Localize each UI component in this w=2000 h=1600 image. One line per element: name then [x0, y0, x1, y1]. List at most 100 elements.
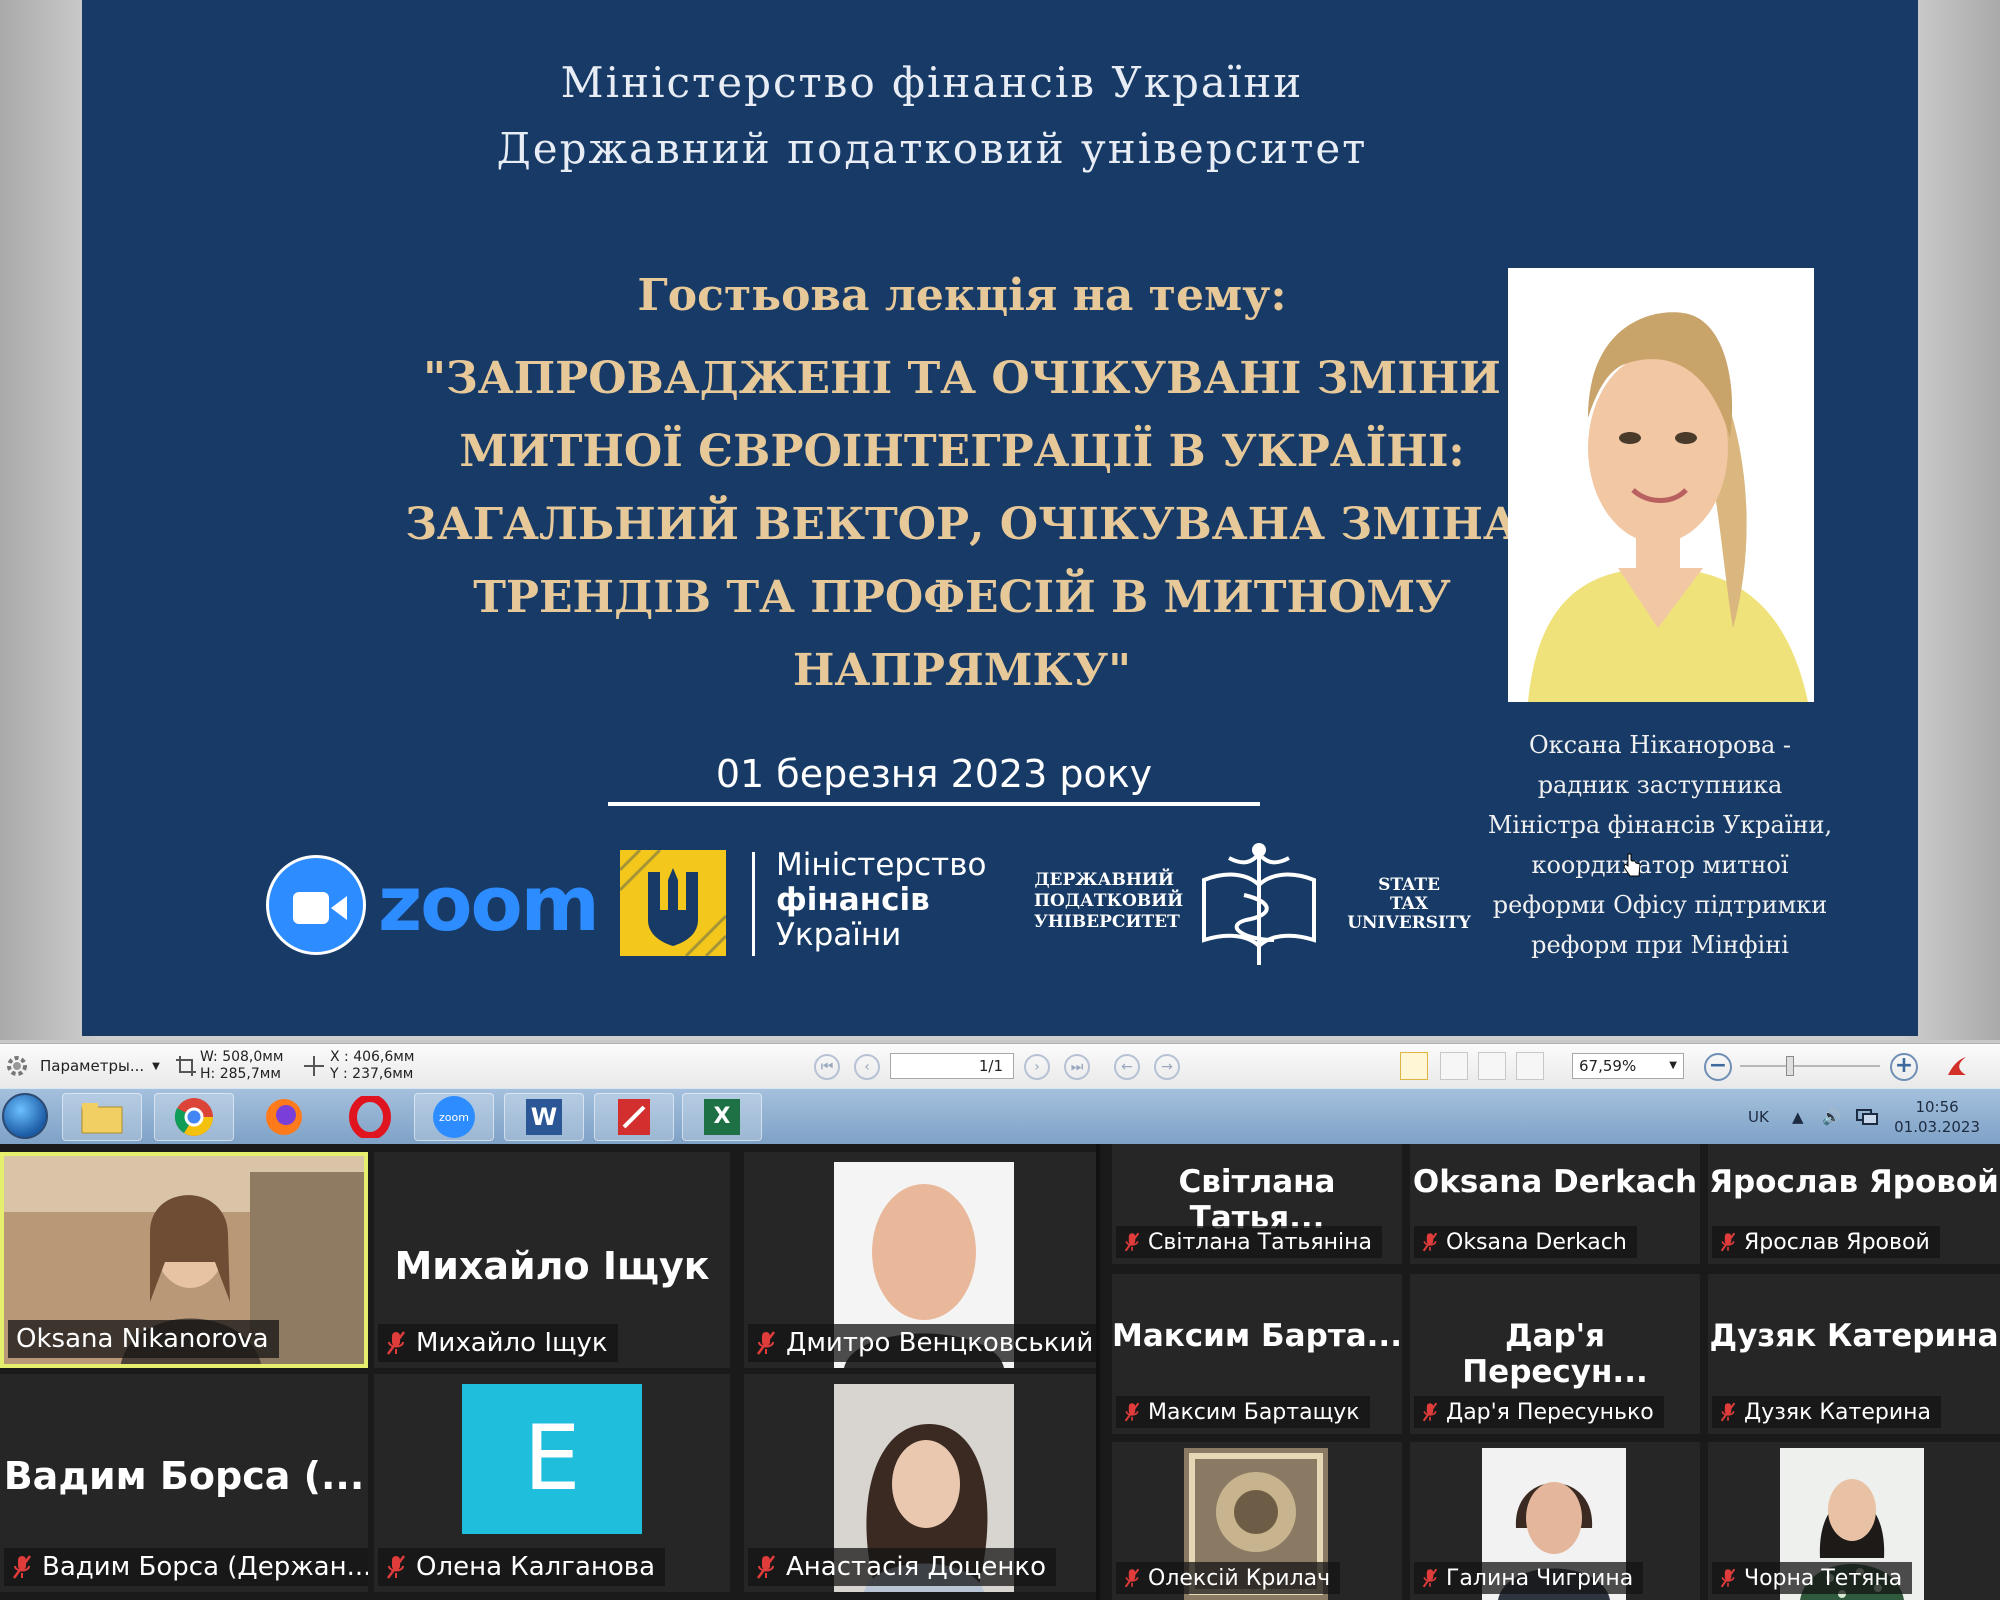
word-icon[interactable]: W	[504, 1093, 584, 1141]
slide: Міністерство фінансів України Державний …	[82, 0, 1918, 1036]
participant-name-tag: Світлана Татьяніна	[1116, 1226, 1382, 1258]
opera-icon[interactable]	[330, 1093, 410, 1141]
participant-name: Чорна Тетяна	[1744, 1565, 1903, 1591]
participant-tile[interactable]: Чорна Тетяна	[1708, 1442, 2000, 1600]
gallery-divider	[1096, 1144, 1100, 1600]
participant-name-tag: Анастасія Доценко	[748, 1548, 1057, 1586]
previous-page-icon[interactable]: ‹	[854, 1054, 880, 1080]
participant-tile[interactable]: Анастасія Доценко	[744, 1374, 1096, 1592]
zoom-level-value: 67,59%	[1579, 1057, 1637, 1075]
topic-line: ТРЕНДІВ ТА ПРОФЕСІЙ В МИТНОМУ	[473, 572, 1451, 623]
participant-name: Михайло Іщук	[416, 1328, 608, 1358]
system-clock[interactable]: 10:56 01.03.2023	[1894, 1097, 1980, 1137]
zoom-in-icon[interactable]: +	[1890, 1053, 1918, 1081]
chevron-down-icon: ▼	[1669, 1060, 1677, 1071]
page-number-input[interactable]: 1/1	[890, 1053, 1014, 1079]
topic-line: НАПРЯМКУ"	[792, 645, 1132, 696]
participant-tile[interactable]: Михайло Іщук Михайло Іщук	[374, 1152, 730, 1368]
participant-display-name: Oksana Derkach	[1412, 1164, 1698, 1200]
clock-time: 10:56	[1915, 1098, 1959, 1116]
crop-icon	[176, 1044, 196, 1088]
mic-muted-icon	[386, 1331, 406, 1355]
y-readout: Y : 237,6мм	[330, 1066, 414, 1082]
participant-name-tag: Чорна Тетяна	[1712, 1562, 1913, 1594]
single-page-view-icon[interactable]	[1400, 1052, 1428, 1080]
dpu-text-line: TAX	[1389, 894, 1429, 914]
participant-name-tag: Галина Чигрина	[1414, 1562, 1644, 1594]
caduceus-book-icon	[1202, 843, 1316, 965]
lecture-heading: Гостьова лекція на тему:	[637, 270, 1287, 321]
mic-muted-icon	[1124, 1402, 1140, 1422]
mic-muted-icon	[12, 1555, 32, 1579]
participant-name: Oksana Derkach	[1446, 1229, 1627, 1255]
zoom-level-select[interactable]: 67,59% ▼	[1572, 1053, 1684, 1079]
ministry-of-finance-logo: Міністерство фінансів України	[618, 847, 1040, 960]
participant-tile[interactable]: Дмитро Венцковський	[744, 1152, 1096, 1368]
participant-tile[interactable]: Світлана Татья... Світлана Татьяніна	[1112, 1144, 1402, 1264]
participant-avatar: E	[462, 1384, 642, 1534]
participant-tile[interactable]: Максим Барта... Максим Бартащук	[1112, 1274, 1402, 1434]
zoom-app-icon[interactable]: zoom	[414, 1093, 494, 1141]
zoom-slider[interactable]	[1740, 1065, 1880, 1067]
participant-tile[interactable]: Вадим Борса (... Вадим Борса (Держан...	[0, 1374, 368, 1592]
speaker-name: Оксана Ніканорова -	[1528, 731, 1792, 759]
participant-name: Дузяк Катерина	[1744, 1399, 1931, 1425]
zoom-camera-icon	[266, 855, 366, 955]
state-tax-university-logo: ДЕРЖАВНИЙ ПОДАТКОВИЙ УНІВЕРСИТЕТ STATE T…	[1034, 840, 1514, 970]
excel-icon[interactable]: X	[682, 1093, 762, 1141]
participants-gallery: Oksana Nikanorova Михайло Іщук Михайло І…	[0, 1144, 2000, 1600]
minfin-text-line: Міністерство	[776, 847, 987, 883]
participant-tile[interactable]: Ярослав Яровой Ярослав Яровой	[1708, 1144, 2000, 1264]
mic-muted-icon	[386, 1555, 406, 1579]
volume-icon[interactable]: 🔊	[1822, 1089, 1841, 1145]
mic-muted-icon	[1422, 1568, 1438, 1588]
dpu-text-line: UNIVERSITY	[1347, 913, 1471, 933]
firefox-icon[interactable]	[244, 1093, 324, 1141]
participant-tile[interactable]: E Олена Калганова	[374, 1374, 730, 1592]
last-page-icon[interactable]: ⏭	[1064, 1054, 1090, 1080]
lecture-date: 01 березня 2023 року	[608, 752, 1260, 806]
mic-muted-icon	[756, 1555, 776, 1579]
participant-name-tag: Олена Калганова	[378, 1548, 666, 1586]
x-readout: X : 406,6мм	[330, 1049, 415, 1065]
network-icon[interactable]	[1856, 1089, 1878, 1145]
mic-muted-icon	[1124, 1568, 1140, 1588]
back-arrow-icon[interactable]: ←	[1114, 1054, 1140, 1080]
hand-cursor-icon	[1623, 853, 1641, 877]
height-readout: H: 285,7мм	[200, 1066, 281, 1082]
first-page-icon[interactable]: ⏮	[814, 1054, 840, 1080]
file-explorer-icon[interactable]	[62, 1093, 142, 1141]
tray-expand-icon[interactable]: ▲	[1792, 1089, 1804, 1145]
parameters-dropdown[interactable]: Параметры... ▼	[40, 1044, 160, 1088]
participant-tile[interactable]: Oksana Nikanorova	[0, 1152, 368, 1368]
next-page-icon[interactable]: ›	[1024, 1054, 1050, 1080]
participant-tile[interactable]: Галина Чигрина	[1410, 1442, 1700, 1600]
pdf-viewer-toolbar: Параметры... ▼ W: 508,0мм H: 285,7мм X :…	[0, 1043, 2000, 1089]
excel-letter-icon: X	[704, 1099, 740, 1135]
mic-muted-icon	[1422, 1232, 1438, 1252]
multi-page-view-icon[interactable]	[1516, 1052, 1544, 1080]
participant-name: Олексій Крилач	[1148, 1565, 1331, 1591]
zoom-out-icon[interactable]: −	[1704, 1053, 1732, 1081]
chrome-icon[interactable]	[154, 1093, 234, 1141]
two-page-view-icon[interactable]	[1478, 1052, 1506, 1080]
participant-tile[interactable]: Олексій Крилач	[1112, 1442, 1402, 1600]
participant-tile[interactable]: Дузяк Катерина Дузяк Катерина	[1708, 1274, 2000, 1434]
speaker-photo	[1508, 268, 1814, 702]
zoom-slider-handle[interactable]	[1786, 1056, 1794, 1076]
participant-display-name: Дузяк Катерина	[1709, 1318, 1999, 1354]
forward-arrow-icon[interactable]: →	[1154, 1054, 1180, 1080]
participant-name-tag: Вадим Борса (Держан...	[4, 1548, 368, 1586]
participant-tile[interactable]: Oksana Derkach Oksana Derkach	[1410, 1144, 1700, 1264]
start-button-icon[interactable]	[2, 1093, 48, 1139]
participant-display-name: Ярослав Яровой	[1709, 1164, 1999, 1200]
language-indicator[interactable]: UK	[1748, 1089, 1769, 1145]
mic-muted-icon	[756, 1331, 776, 1355]
continuous-view-icon[interactable]	[1440, 1052, 1468, 1080]
clock-date: 01.03.2023	[1894, 1118, 1980, 1136]
pdf-editor-icon[interactable]	[594, 1093, 674, 1141]
participant-display-name: Дар'я Пересун...	[1462, 1318, 1648, 1390]
pdf-export-icon[interactable]	[1944, 1044, 1970, 1088]
gear-icon[interactable]	[4, 1044, 34, 1088]
participant-tile[interactable]: Дар'я Пересун... Дар'я Пересунько	[1410, 1274, 1700, 1434]
